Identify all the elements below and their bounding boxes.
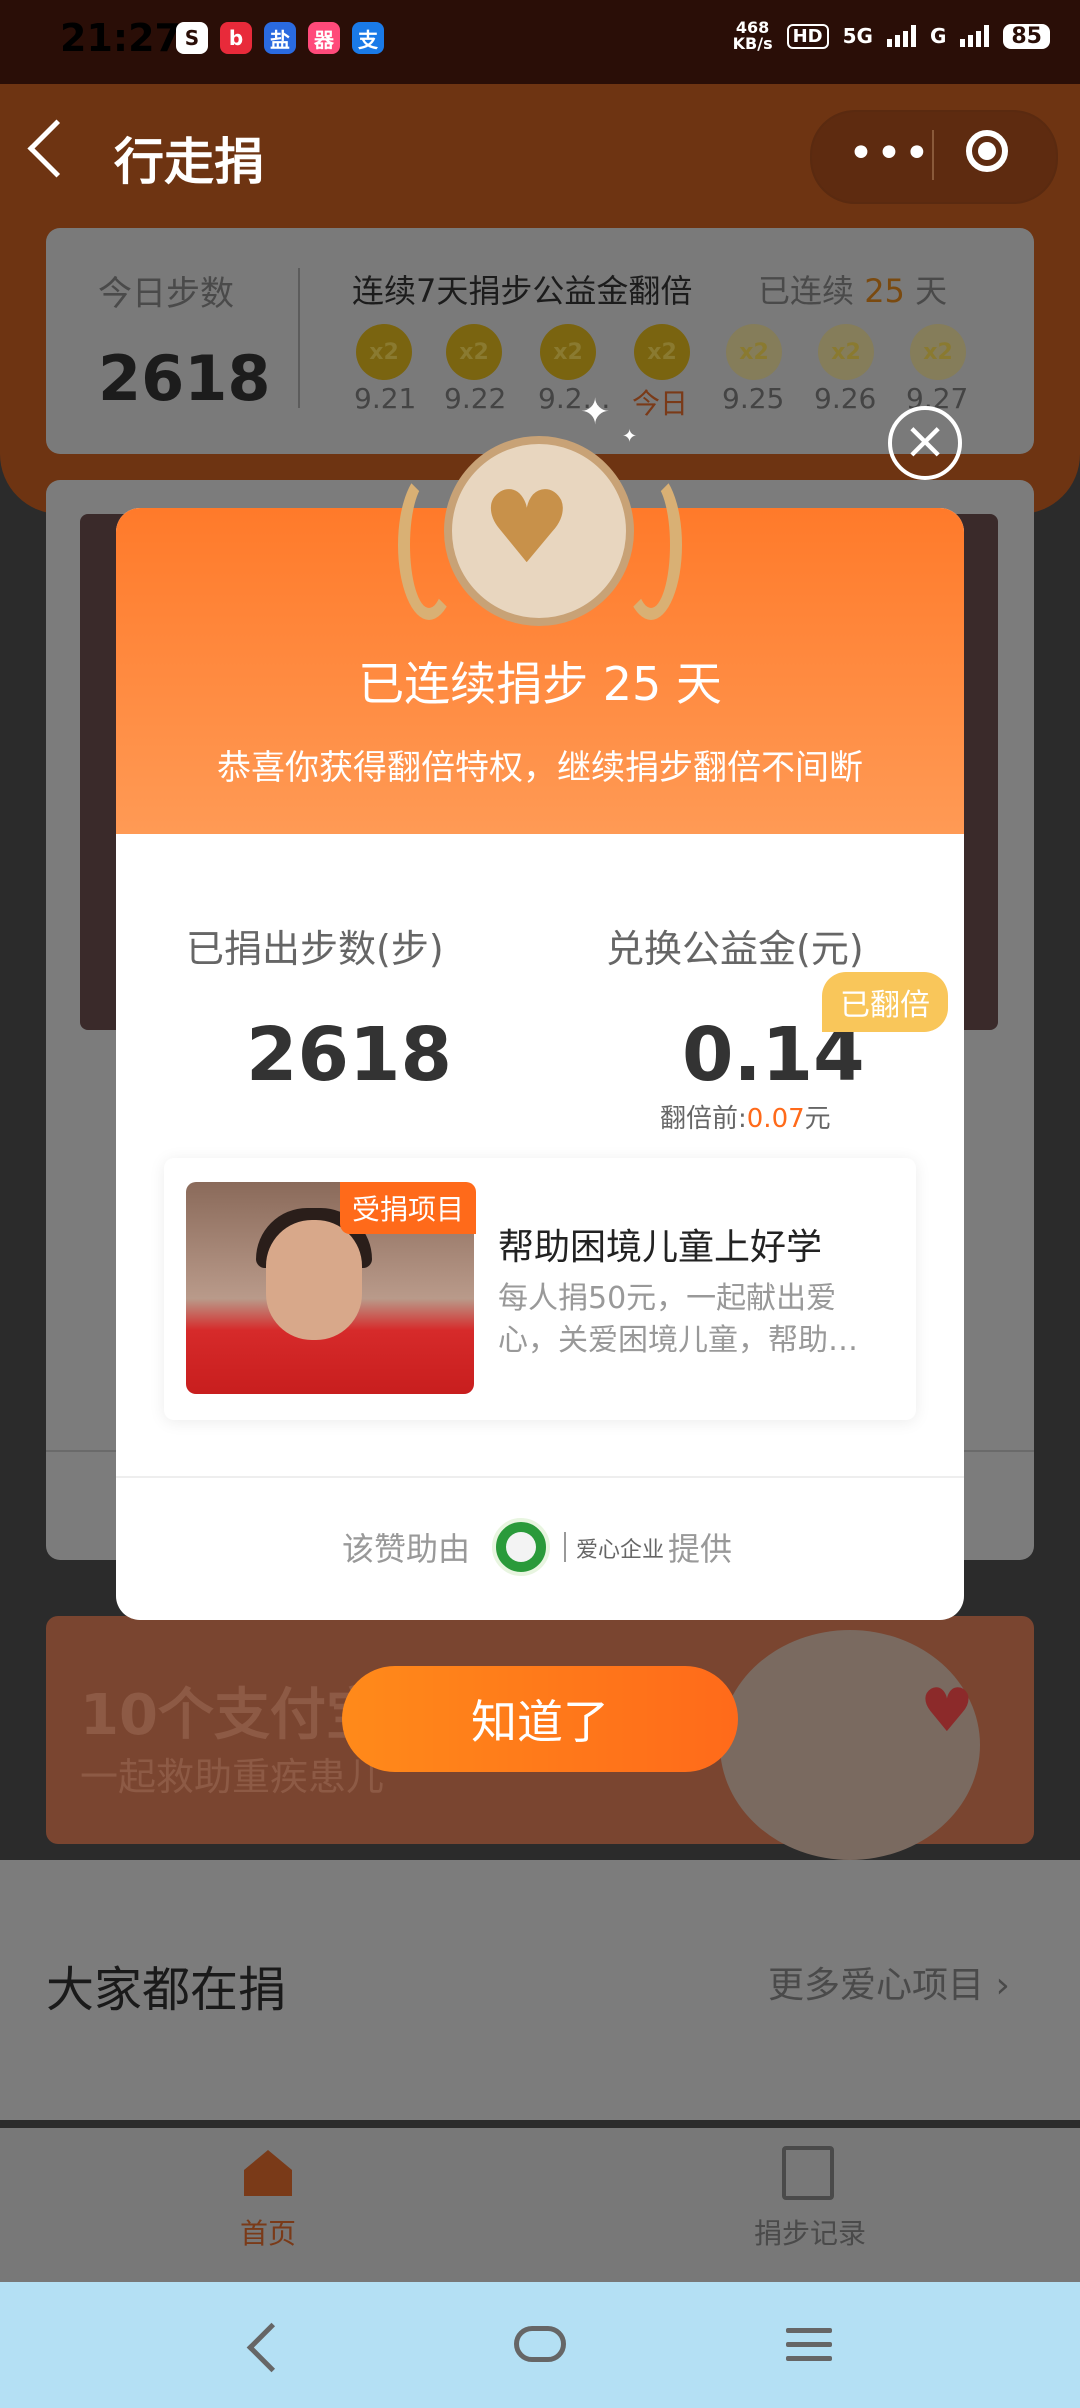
- alipay-icon: 支: [352, 22, 384, 54]
- modal-footer-divider: [116, 1476, 964, 1478]
- page-title: 行走捐: [114, 133, 264, 191]
- sparkle-icon: ✦: [580, 392, 611, 433]
- nav-menu-icon[interactable]: [786, 2328, 832, 2370]
- donated-steps-value: 2618: [246, 1012, 452, 1098]
- close-miniapp-dot: [978, 142, 996, 160]
- streak-coin: x2: [910, 324, 966, 380]
- streak-date: 9.21: [354, 382, 417, 415]
- more-button[interactable]: •••: [848, 128, 932, 179]
- tab-records[interactable]: 捐步记录: [754, 2212, 866, 2252]
- project-tag: 受捐项目: [340, 1182, 477, 1234]
- streak-coin: x2: [726, 324, 782, 380]
- nav-home-icon[interactable]: [514, 2326, 566, 2362]
- app-icon-3: 盐: [264, 22, 296, 54]
- battery-icon: 85: [1003, 23, 1050, 49]
- modal-subtitle: 恭喜你获得翻倍特权，继续捐步翻倍不间断: [217, 748, 863, 788]
- fund-label: 兑换公益金(元): [606, 927, 864, 971]
- sponsor-logo-inner: [506, 1532, 536, 1562]
- card-divider: [298, 268, 300, 408]
- status-time: 21:27: [60, 16, 181, 60]
- heart-icon: ♥: [920, 1676, 974, 1746]
- hd-icon: HD: [786, 23, 829, 49]
- streak-days: 已连续 25 天: [758, 272, 948, 310]
- streak-coin: x2: [446, 324, 502, 380]
- sponsor-prefix: 该赞助由: [342, 1530, 471, 1568]
- doubled-badge: 已翻倍: [822, 972, 948, 1032]
- section-title: 大家都在捐: [46, 1962, 287, 2018]
- sponsor-suffix: 提供: [668, 1530, 733, 1568]
- tab-home[interactable]: 首页: [240, 2212, 296, 2252]
- before-double-text: 翻倍前:0.07元: [660, 1104, 831, 1134]
- donated-steps-label: 已捐出步数(步): [186, 927, 444, 971]
- more-projects-link[interactable]: 更多爱心项目 ›: [768, 1956, 1010, 2008]
- sparkle-icon: ✦: [622, 426, 638, 447]
- capsule-divider: [932, 130, 934, 180]
- status-app-icons: S b 盐 器 支: [176, 22, 384, 54]
- sponsor-name: 爱心企业: [576, 1538, 665, 1563]
- sponsor-separator: [564, 1532, 566, 1562]
- modal-close-button[interactable]: ×: [888, 406, 962, 480]
- signal-g-icon: G: [929, 24, 947, 48]
- home-icon[interactable]: [240, 2144, 296, 2200]
- today-steps-count: 2618: [98, 342, 271, 415]
- app-icon-1: S: [176, 22, 208, 54]
- signal-bars-2-icon: [960, 25, 990, 47]
- steps-card: [46, 228, 1034, 454]
- streak-date: 9.26: [814, 382, 877, 415]
- got-it-button[interactable]: 知道了: [342, 1666, 738, 1772]
- records-icon[interactable]: [782, 2146, 834, 2200]
- project-image-face: [266, 1220, 362, 1340]
- app-icon-4: 器: [308, 22, 340, 54]
- banner-title: 10个支付宝: [80, 1683, 382, 1748]
- streak-coin: x2: [356, 324, 412, 380]
- streak-coin: x2: [634, 324, 690, 380]
- streak-coin: x2: [818, 324, 874, 380]
- app-icon-2: b: [220, 22, 252, 54]
- project-description: 每人捐50元，一起献出爱心，关爱困境儿童，帮助…: [498, 1281, 858, 1358]
- modal-title: 已连续捐步 25 天: [358, 657, 722, 711]
- heart-icon: ♥: [482, 469, 572, 586]
- streak-title: 连续7天捐步公益金翻倍: [352, 272, 693, 310]
- streak-date: 9.25: [722, 382, 785, 415]
- status-indicators: 468 KB/s HD 5G G 85: [733, 20, 1050, 52]
- network-speed: 468 KB/s: [732, 18, 773, 53]
- today-steps-label: 今日步数: [98, 274, 234, 314]
- streak-coin: x2: [540, 324, 596, 380]
- project-title: 帮助困境儿童上好学: [498, 1227, 823, 1268]
- banner-subtitle: 一起救助重疾患儿: [80, 1755, 385, 1799]
- signal-bars-icon: [886, 25, 916, 47]
- signal-5g-icon: 5G: [842, 24, 873, 48]
- streak-date-today: 今日: [632, 387, 689, 420]
- streak-date: 9.22: [444, 382, 507, 415]
- tab-bar: [0, 2128, 1080, 2282]
